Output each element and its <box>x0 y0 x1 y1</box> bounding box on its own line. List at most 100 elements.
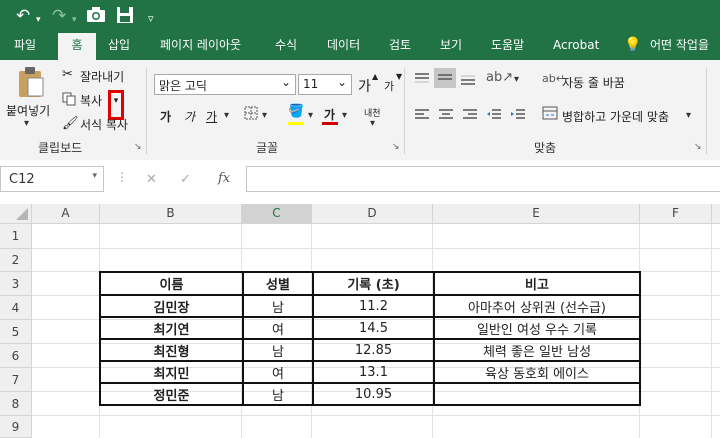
copy-icon[interactable] <box>62 92 76 109</box>
cell-gender[interactable]: 남 <box>242 338 314 362</box>
wrap-text-button[interactable]: 자동 줄 바꿈 <box>562 74 625 91</box>
header-gender[interactable]: 성별 <box>242 271 314 296</box>
align-left-icon[interactable] <box>414 108 430 125</box>
fill-color-dropdown-icon[interactable]: ▾ <box>308 110 313 121</box>
cancel-button[interactable]: ✕ <box>146 172 157 187</box>
copy-button[interactable]: 복사 <box>80 92 102 109</box>
header-record[interactable]: 기록 (초) <box>312 271 435 296</box>
paste-dropdown-icon[interactable]: ▾ <box>24 118 29 129</box>
cell-note[interactable]: 체력 좋은 일반 남성 <box>433 338 641 362</box>
enter-button[interactable]: ✓ <box>180 172 191 187</box>
font-color-button[interactable]: 가 <box>324 106 335 123</box>
shrink-font-button[interactable]: 가 <box>384 78 394 94</box>
column-header-e[interactable]: E <box>433 204 640 224</box>
undo-dropdown-icon[interactable]: ▾ <box>36 10 41 30</box>
bold-button[interactable]: 가 <box>160 108 171 125</box>
insert-function-button[interactable]: fx <box>218 171 230 186</box>
column-header-f[interactable]: F <box>640 204 712 224</box>
align-bottom-icon[interactable] <box>460 72 476 89</box>
orientation-icon[interactable]: ab↗ <box>486 70 513 85</box>
merge-center-button[interactable]: 병합하고 가운데 맞춤 <box>562 108 669 125</box>
align-center-icon[interactable] <box>438 108 454 125</box>
name-box-dropdown-icon[interactable]: ▾ <box>92 171 97 181</box>
merge-dropdown-icon[interactable]: ▾ <box>686 110 691 121</box>
format-painter-button[interactable]: 서식 복사 <box>80 116 128 133</box>
redo-icon[interactable]: ↷ <box>52 6 66 26</box>
paste-icon[interactable] <box>16 66 46 101</box>
cell-note[interactable] <box>433 382 641 406</box>
align-middle-icon[interactable] <box>434 68 456 88</box>
cell-name[interactable]: 최진형 <box>99 338 244 362</box>
border-dropdown-icon[interactable]: ▾ <box>262 110 267 121</box>
row-header-2[interactable]: 2 <box>0 249 32 272</box>
tab-home[interactable]: 홈 <box>58 33 96 60</box>
underline-dropdown-icon[interactable]: ▾ <box>224 110 229 121</box>
cell-note[interactable]: 육상 동호회 에이스 <box>433 360 641 384</box>
cell-name[interactable]: 최지민 <box>99 360 244 384</box>
tab-page-layout[interactable]: 페이지 레이아웃 <box>160 33 241 60</box>
cell-note[interactable]: 아마추어 상위권 (선수급) <box>433 294 641 318</box>
row-header-6[interactable]: 6 <box>0 344 32 368</box>
undo-icon[interactable]: ↶ <box>16 6 30 26</box>
column-header-g[interactable] <box>712 204 720 224</box>
underline-button[interactable]: 가 <box>206 108 217 125</box>
italic-button[interactable]: 가 <box>184 108 195 125</box>
name-box[interactable]: C12 ▾ <box>0 166 104 192</box>
cell-record[interactable]: 13.1 <box>312 360 435 384</box>
row-header-5[interactable]: 5 <box>0 320 32 344</box>
increase-indent-icon[interactable] <box>510 108 526 125</box>
merge-center-icon[interactable] <box>542 106 558 123</box>
cell-gender[interactable]: 남 <box>242 382 314 406</box>
tab-insert[interactable]: 삽입 <box>108 33 130 60</box>
cell-gender[interactable]: 여 <box>242 360 314 384</box>
row-header-8[interactable]: 8 <box>0 392 32 416</box>
column-header-b[interactable]: B <box>100 204 242 224</box>
tab-formulas[interactable]: 수식 <box>275 33 297 60</box>
font-size-dropdown[interactable]: 11 ⌄ <box>298 74 352 95</box>
save-icon[interactable] <box>116 6 134 29</box>
border-icon[interactable] <box>244 106 258 123</box>
cell-name[interactable]: 최기연 <box>99 316 244 340</box>
phonetic-dropdown-icon[interactable]: ▾ <box>370 118 375 129</box>
align-right-icon[interactable] <box>462 108 478 125</box>
cell-gender[interactable]: 여 <box>242 316 314 340</box>
font-launcher-icon[interactable]: ↘ <box>392 142 400 152</box>
clipboard-launcher-icon[interactable]: ↘ <box>134 142 142 152</box>
cell-record[interactable]: 12.85 <box>312 338 435 362</box>
cell-record[interactable]: 11.2 <box>312 294 435 318</box>
tab-acrobat[interactable]: Acrobat <box>553 33 599 60</box>
cut-button[interactable]: 잘라내기 <box>80 68 124 85</box>
fill-color-icon[interactable]: 🪣 <box>288 104 304 119</box>
cell-gender[interactable]: 남 <box>242 294 314 318</box>
redo-dropdown-icon[interactable]: ▾ <box>72 10 77 30</box>
grow-font-button[interactable]: 가 <box>358 76 371 96</box>
camera-icon[interactable] <box>86 6 106 29</box>
header-name[interactable]: 이름 <box>99 271 244 296</box>
tab-help[interactable]: 도움말 <box>491 33 524 60</box>
cut-icon[interactable]: ✂ <box>62 67 73 82</box>
row-header-3[interactable]: 3 <box>0 272 32 296</box>
alignment-launcher-icon[interactable]: ↘ <box>694 142 702 152</box>
tell-me-search[interactable]: 어떤 작업을 <box>650 33 709 60</box>
tab-view[interactable]: 보기 <box>440 33 462 60</box>
orientation-dropdown-icon[interactable]: ▾ <box>514 74 519 85</box>
row-header-7[interactable]: 7 <box>0 368 32 392</box>
tab-data[interactable]: 데이터 <box>327 33 360 60</box>
tab-review[interactable]: 검토 <box>389 33 411 60</box>
row-header-9[interactable]: 9 <box>0 416 32 438</box>
header-note[interactable]: 비고 <box>433 271 641 296</box>
formula-input[interactable] <box>246 166 720 192</box>
paste-button[interactable]: 붙여넣기 <box>6 102 50 119</box>
column-header-a[interactable]: A <box>32 204 100 224</box>
cell-record[interactable]: 14.5 <box>312 316 435 340</box>
format-painter-icon[interactable]: 🖌 <box>62 116 79 131</box>
tab-file[interactable]: 파일 <box>14 33 36 60</box>
column-header-c[interactable]: C <box>242 204 312 224</box>
cell-record[interactable]: 10.95 <box>312 382 435 406</box>
cell-name[interactable]: 김민장 <box>99 294 244 318</box>
row-header-1[interactable]: 1 <box>0 224 32 249</box>
cell-name[interactable]: 정민준 <box>99 382 244 406</box>
cell-note[interactable]: 일반인 여성 우수 기록 <box>433 316 641 340</box>
row-header-4[interactable]: 4 <box>0 296 32 320</box>
column-header-d[interactable]: D <box>312 204 433 224</box>
